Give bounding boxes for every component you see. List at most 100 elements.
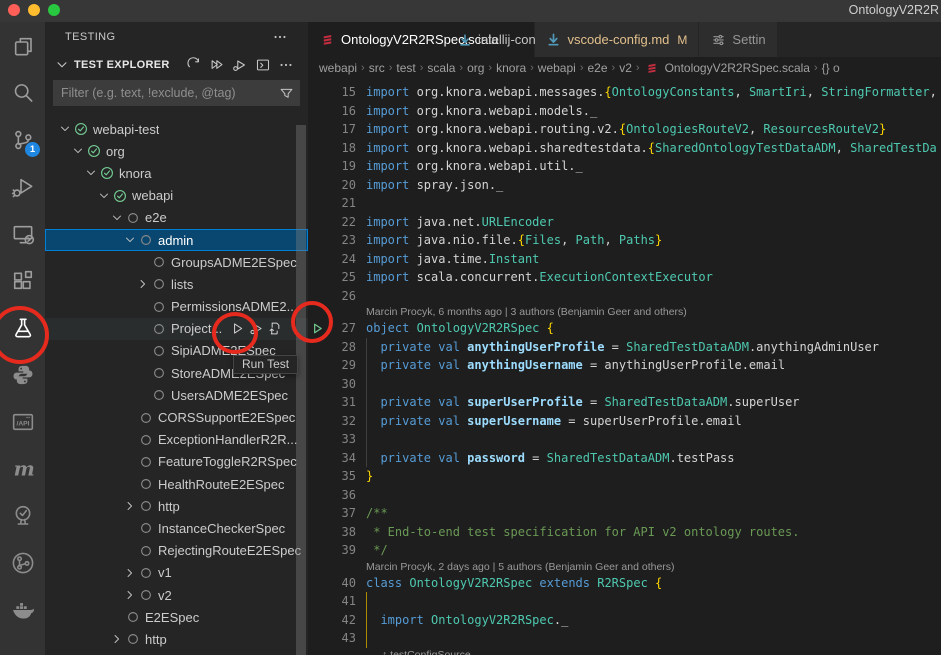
run-test-tooltip: Run Test — [233, 355, 298, 374]
tab-vscode-config-md[interactable]: vscode-config.md M — [535, 22, 700, 57]
tab-settin[interactable]: Settin — [699, 22, 777, 57]
chevron-down-icon[interactable] — [109, 210, 125, 226]
refresh-icon[interactable] — [184, 55, 204, 75]
tree-item-e2espec[interactable]: E2ESpec — [45, 606, 308, 628]
debug-all-icon[interactable] — [230, 55, 250, 75]
test-filter-box — [53, 80, 300, 106]
chevron-down-icon[interactable] — [122, 232, 138, 248]
close-tab-icon[interactable]: intellij-config.md — [507, 32, 523, 48]
tree-item-org[interactable]: org — [45, 140, 308, 162]
activity-item-todo-tree[interactable] — [0, 492, 45, 539]
tree-item-usersadme2espec[interactable]: UsersADME2ESpec — [45, 384, 308, 406]
chevron-down-icon[interactable] — [83, 165, 99, 181]
breadcrumb-item[interactable]: src — [369, 61, 385, 75]
activity-item-remote-explorer[interactable] — [0, 210, 45, 257]
codelens[interactable]: ↑ testConfigSource — [382, 648, 941, 655]
activity-item-explorer[interactable] — [0, 22, 45, 69]
activity-item-search[interactable] — [0, 69, 45, 116]
activity-item-testing[interactable] — [0, 304, 45, 351]
activity-item-docker[interactable] — [0, 586, 45, 633]
line-number: 26 — [326, 287, 356, 306]
chevron-right-icon[interactable] — [122, 565, 138, 581]
test-not-run-icon — [138, 432, 154, 448]
tree-item-featuretoggler2rspec[interactable]: FeatureToggleR2RSpec — [45, 451, 308, 473]
test-explorer-section-header[interactable]: TEST EXPLORER — [45, 54, 308, 76]
sidebar-scrollbar[interactable] — [296, 125, 306, 655]
more-actions-icon[interactable] — [270, 27, 290, 47]
breadcrumb-item[interactable]: webapi — [538, 61, 576, 75]
activity-item-source-control[interactable]: 1 — [0, 116, 45, 163]
breadcrumb-item[interactable]: org — [467, 61, 484, 75]
tree-item-webapi[interactable]: webapi — [45, 185, 308, 207]
code-line-42: 42 import OntologyV2R2RSpec._ — [308, 611, 941, 630]
line-number: 21 — [326, 194, 356, 213]
tree-item-exceptionhandlerr2r-[interactable]: ExceptionHandlerR2R... — [45, 429, 308, 451]
line-number: 36 — [326, 486, 356, 505]
breadcrumb-symbol[interactable]: {} o — [822, 61, 840, 75]
tree-item-corssupporte2espec[interactable]: CORSSupportE2ESpec — [45, 406, 308, 428]
chevron-down-icon[interactable] — [70, 143, 86, 159]
activity-item-python[interactable] — [0, 351, 45, 398]
breadcrumb-item[interactable]: e2e — [588, 61, 608, 75]
goto-test-action-icon[interactable] — [266, 319, 285, 338]
code-line-35: 35 } — [308, 467, 941, 486]
tree-item-admin[interactable]: admin — [45, 229, 308, 251]
chevron-down-icon[interactable] — [57, 121, 73, 137]
breadcrumb-item[interactable]: v2 — [619, 61, 632, 75]
chevron-right-icon[interactable] — [135, 276, 151, 292]
debug-action-icon[interactable] — [247, 319, 266, 338]
gutter-run-test-icon[interactable] — [308, 319, 326, 338]
codelens[interactable]: Marcin Procyk, 6 months ago | 3 authors … — [366, 305, 941, 319]
chevron-right-icon[interactable] — [109, 631, 125, 647]
tree-item-instancecheckerspec[interactable]: InstanceCheckerSpec — [45, 517, 308, 539]
tree-item-project-[interactable]: Project... — [45, 318, 308, 340]
tree-item-webapi-test[interactable]: webapi-test — [45, 118, 308, 140]
activity-item-metals[interactable]: m — [0, 445, 45, 492]
codelens[interactable]: Marcin Procyk, 2 days ago | 5 authors (B… — [366, 560, 941, 574]
breadcrumb-item[interactable]: scala — [427, 61, 455, 75]
tree-item-healthroutee2espec[interactable]: HealthRouteE2ESpec — [45, 473, 308, 495]
activity-item-git-graph[interactable] — [0, 539, 45, 586]
breadcrumb-item[interactable]: knora — [496, 61, 526, 75]
activity-item-extensions[interactable] — [0, 257, 45, 304]
tree-item-groupsadme2espec[interactable]: GroupsADME2ESpec — [45, 251, 308, 273]
minimize-window-button[interactable] — [28, 4, 40, 16]
tree-item-http[interactable]: http — [45, 495, 308, 517]
chevron-down-icon[interactable] — [96, 188, 112, 204]
chevron-right-icon[interactable] — [122, 587, 138, 603]
settings-icon — [710, 32, 726, 48]
line-number: 43 — [326, 629, 356, 648]
test-filter-input[interactable] — [61, 86, 279, 100]
breadcrumb-item[interactable]: webapi — [319, 61, 357, 75]
run-action-icon[interactable] — [228, 319, 247, 338]
tree-item-v1[interactable]: v1 — [45, 562, 308, 584]
chevron-down-icon[interactable] — [52, 55, 72, 75]
tree-item-http[interactable]: http — [45, 628, 308, 650]
code-line-24: 24 import java.time.Instant — [308, 250, 941, 269]
open-editor-icon[interactable] — [253, 55, 273, 75]
tree-item-permissionsadme2-[interactable]: PermissionsADME2.. — [45, 296, 308, 318]
code-line-15: 15 import org.knora.webapi.messages.{Ont… — [308, 83, 941, 102]
line-number: 38 — [326, 523, 356, 542]
activity-item-rest-api[interactable]: /API — [0, 398, 45, 445]
breadcrumb-file[interactable]: OntologyV2R2RSpec.scala — [665, 61, 810, 75]
more-icon[interactable] — [276, 55, 296, 75]
line-number: 35 — [326, 467, 356, 486]
run-all-icon[interactable] — [207, 55, 227, 75]
tree-item-knora[interactable]: knora — [45, 162, 308, 184]
tree-item-lists[interactable]: lists — [45, 273, 308, 295]
tree-item-e2e[interactable]: e2e — [45, 207, 308, 229]
close-window-button[interactable] — [8, 4, 20, 16]
vscode-window: OntologyV2R2R 1 /API m TESTING — [0, 0, 941, 655]
zoom-window-button[interactable] — [48, 4, 60, 16]
tab-ontologyv2r2rspec-scala[interactable]: OntologyV2R2RSpec.scala intellij-config.… — [308, 22, 535, 57]
chevron-right-icon[interactable] — [122, 498, 138, 514]
test-not-run-icon — [151, 343, 167, 359]
tree-item-rejectingroutee2espec[interactable]: RejectingRouteE2ESpec — [45, 540, 308, 562]
filter-icon[interactable] — [279, 86, 294, 101]
tree-item-v2[interactable]: v2 — [45, 584, 308, 606]
breadcrumb-item[interactable]: test — [396, 61, 415, 75]
activity-item-run-debug[interactable] — [0, 163, 45, 210]
test-tree: webapi-test org knora webapi e2e admin G… — [45, 118, 308, 651]
gutter — [308, 486, 326, 505]
